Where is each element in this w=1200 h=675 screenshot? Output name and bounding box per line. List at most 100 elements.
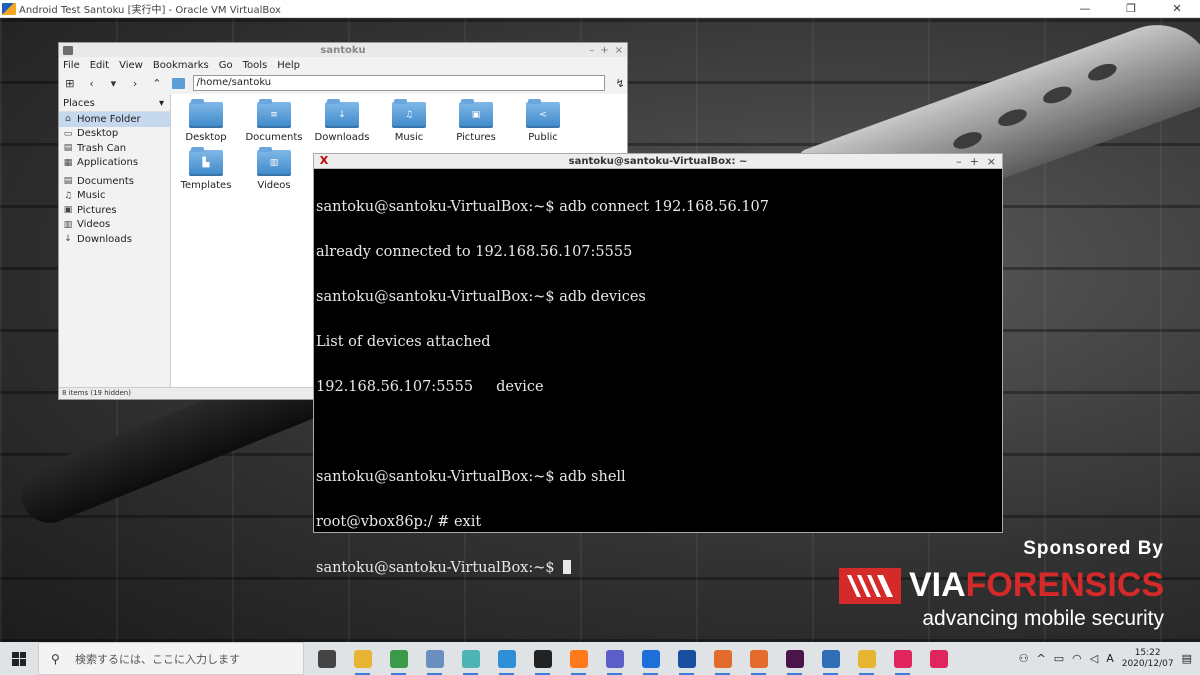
folder-item[interactable]: ▙ Templates — [173, 147, 239, 191]
start-button[interactable] — [0, 642, 38, 675]
taskbar-app[interactable] — [854, 646, 879, 675]
menu-view[interactable]: View — [119, 60, 143, 71]
restore-button[interactable]: ❐ — [1108, 0, 1154, 18]
file-manager-title: santoku — [320, 44, 366, 56]
terminal-close-button[interactable]: × — [987, 155, 996, 168]
system-tray: ⚇ ^ ▭ ◠ ◁ A 15:22 2020/12/07 ▤ — [1019, 648, 1200, 670]
app-icon-6 — [713, 649, 732, 668]
folder-label: Music — [394, 132, 424, 143]
taskbar-app-list — [314, 646, 951, 675]
sidebar-item-label: Videos — [77, 219, 111, 231]
taskbar-app[interactable] — [638, 646, 663, 675]
terminal-minimize-button[interactable]: – — [956, 155, 962, 168]
terminal-line: santoku@santoku-VirtualBox:~$ adb connec… — [316, 199, 770, 215]
path-input[interactable]: /home/santoku — [192, 75, 606, 91]
menu-tools[interactable]: Tools — [243, 60, 268, 71]
taskbar-app[interactable] — [890, 646, 915, 675]
clock[interactable]: 15:22 2020/12/07 — [1122, 648, 1174, 670]
sidebar-item-trash-can[interactable]: ▤ Trash Can — [59, 141, 170, 156]
terminal-window[interactable]: X santoku@santoku-VirtualBox: ~ – + × sa… — [313, 153, 1003, 576]
taskbar-app[interactable] — [782, 646, 807, 675]
sidebar-item-desktop[interactable]: ▭ Desktop — [59, 127, 170, 142]
app-icon-9 — [893, 649, 912, 668]
taskbar-app[interactable] — [350, 646, 375, 675]
sidebar-item-downloads[interactable]: ↓ Downloads — [59, 232, 170, 247]
folder-item[interactable]: ≡ Documents — [241, 99, 307, 143]
sidebar-item-label: Downloads — [77, 233, 132, 245]
folder-item[interactable]: ▣ Pictures — [443, 99, 509, 143]
teams-icon — [605, 649, 624, 668]
app-icon-5 — [677, 649, 696, 668]
sidebar-item-documents[interactable]: ▤ Documents — [59, 174, 170, 189]
slack-icon — [785, 649, 804, 668]
sidebar-item-videos[interactable]: ▥ Videos — [59, 218, 170, 233]
folder-item[interactable]: ▥ Videos — [241, 147, 307, 191]
folder-item[interactable]: Desktop — [173, 99, 239, 143]
notification-icon[interactable]: ▤ — [1182, 652, 1192, 665]
terminal-titlebar[interactable]: X santoku@santoku-VirtualBox: ~ – + × — [314, 154, 1002, 169]
taskbar-search-box[interactable]: ⚲ 検索するには、ここに入力します — [38, 642, 304, 675]
taskbar-app[interactable] — [710, 646, 735, 675]
terminal-title: santoku@santoku-VirtualBox: ~ — [568, 155, 748, 167]
terminal-icon — [533, 649, 552, 668]
file-manager-maximize-button[interactable]: + — [600, 45, 608, 56]
people-icon[interactable]: ⚇ — [1019, 652, 1029, 665]
app-icon-1 — [425, 649, 444, 668]
new-tab-icon[interactable]: ⊞ — [63, 77, 77, 90]
sidebar-item-label: Applications — [77, 157, 139, 169]
folder-icon: ♫ — [392, 99, 426, 128]
folder-item[interactable]: ↓ Downloads — [309, 99, 375, 143]
taskbar-app[interactable] — [530, 646, 555, 675]
ime-indicator[interactable]: A — [1106, 652, 1114, 665]
go-icon[interactable]: ↯ — [613, 77, 627, 90]
history-dropdown-icon[interactable]: ▾ — [107, 77, 121, 90]
taskbar-app[interactable] — [602, 646, 627, 675]
chevron-up-icon[interactable]: ^ — [1036, 652, 1045, 665]
menu-bookmarks[interactable]: Bookmarks — [153, 60, 209, 71]
chevron-down-icon: ▾ — [158, 98, 164, 109]
app-icon-3 — [497, 649, 516, 668]
folder-icon — [189, 99, 223, 128]
sidebar-item-applications[interactable]: ▦ Applications — [59, 156, 170, 171]
terminal-line: 192.168.56.107:5555 device — [316, 379, 544, 395]
up-icon[interactable]: ⌃ — [150, 77, 164, 90]
file-manager-close-button[interactable]: × — [615, 45, 623, 56]
network-icon[interactable]: ◠ — [1072, 652, 1082, 665]
taskbar-app[interactable] — [746, 646, 771, 675]
taskbar-app[interactable] — [314, 646, 339, 671]
taskbar-app[interactable] — [674, 646, 699, 675]
sidebar-item-music[interactable]: ♫ Music — [59, 189, 170, 204]
places-header[interactable]: Places ▾ — [59, 96, 170, 112]
taskbar-app[interactable] — [566, 646, 591, 675]
taskbar-app[interactable] — [926, 646, 951, 671]
menu-edit[interactable]: Edit — [90, 60, 109, 71]
virtualbox-titlebar: Android Test Santoku [実行中] - Oracle VM V… — [0, 0, 1200, 18]
folder-item[interactable]: < Public — [510, 99, 576, 143]
battery-icon[interactable]: ▭ — [1054, 652, 1064, 665]
close-button[interactable]: ✕ — [1154, 0, 1200, 18]
folder-label: Downloads — [314, 132, 370, 143]
taskbar-app[interactable] — [386, 646, 411, 675]
folder-item[interactable]: ♫ Music — [376, 99, 442, 143]
terminal-line: santoku@santoku-VirtualBox:~$ adb device… — [316, 289, 646, 305]
back-icon[interactable]: ‹ — [85, 77, 99, 90]
forward-icon[interactable]: › — [128, 77, 142, 90]
taskbar-app[interactable] — [818, 646, 843, 675]
minimize-button[interactable]: — — [1062, 0, 1108, 18]
menu-file[interactable]: File — [63, 60, 80, 71]
sidebar-item-home-folder[interactable]: ⌂ Home Folder — [59, 112, 170, 127]
menu-go[interactable]: Go — [219, 60, 233, 71]
taskbar-app[interactable] — [494, 646, 519, 675]
sidebar-item-label: Music — [77, 190, 106, 202]
file-manager-titlebar[interactable]: santoku – + × — [59, 43, 627, 57]
file-manager-minimize-button[interactable]: – — [589, 45, 594, 56]
menu-help[interactable]: Help — [277, 60, 300, 71]
sponsor-tagline: advancing mobile security — [922, 607, 1164, 630]
terminal-maximize-button[interactable]: + — [970, 155, 979, 168]
taskbar-app[interactable] — [422, 646, 447, 675]
volume-icon[interactable]: ◁ — [1090, 652, 1098, 665]
taskbar-app[interactable] — [458, 646, 483, 675]
sidebar-item-pictures[interactable]: ▣ Pictures — [59, 203, 170, 218]
app-icon-7 — [749, 649, 768, 668]
terminal-output[interactable]: santoku@santoku-VirtualBox:~$ adb connec… — [314, 169, 1002, 605]
